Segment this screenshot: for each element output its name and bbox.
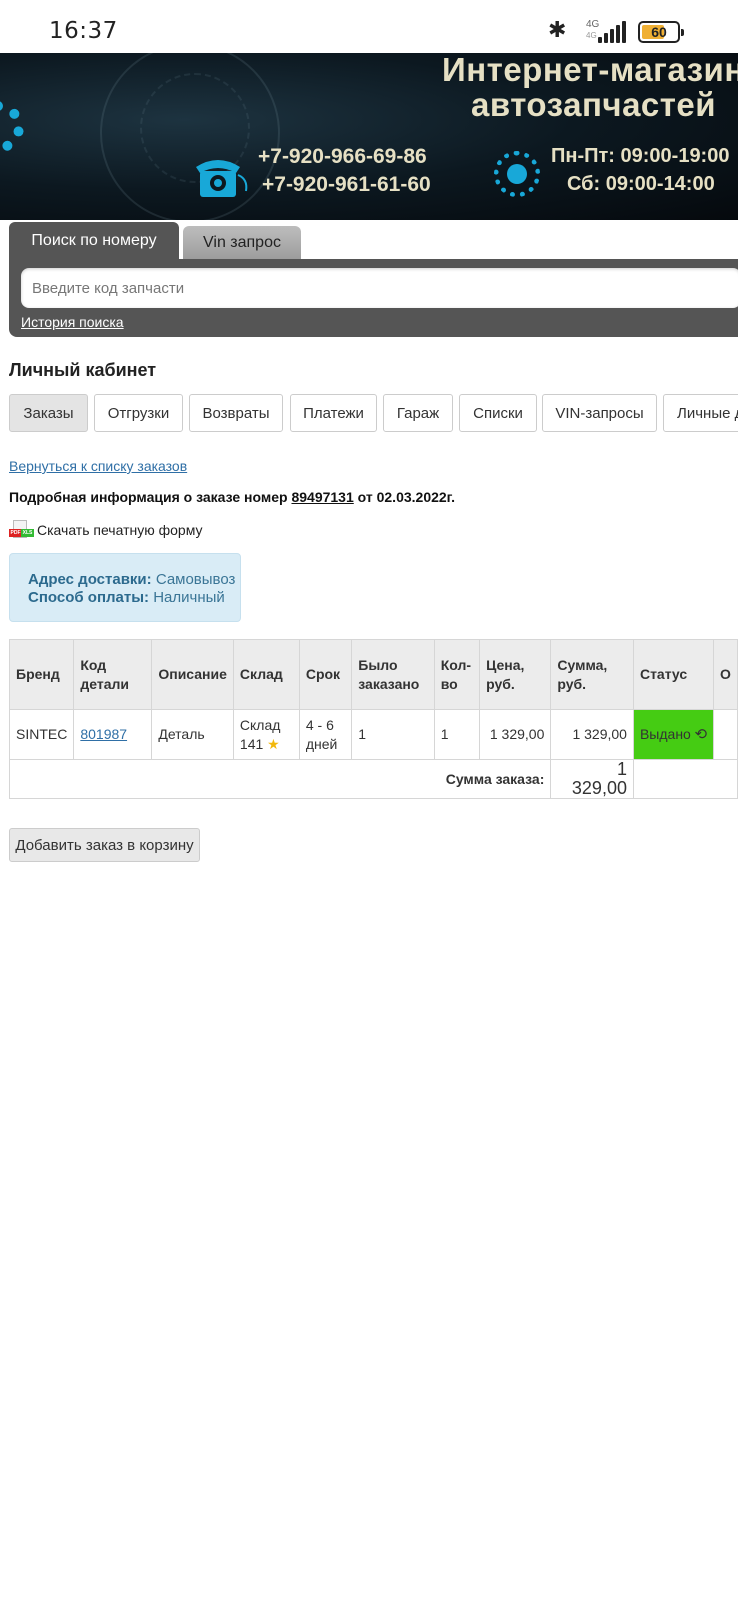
col-extra: О <box>713 639 738 710</box>
tab-search-by-number[interactable]: Поиск по номеру <box>9 222 179 260</box>
col-brand: Бренд <box>8 639 75 710</box>
col-description: Описание <box>151 639 234 710</box>
tab-vin-request[interactable]: Vin запрос <box>183 226 301 260</box>
tab-lists[interactable]: Списки <box>459 394 537 432</box>
part-code-input[interactable] <box>21 268 738 308</box>
cell-extra <box>713 709 738 760</box>
payment-value: Наличный <box>153 589 225 606</box>
tab-garage[interactable]: Гараж <box>383 394 453 432</box>
cell-sum: 1 329,00 <box>550 709 634 760</box>
col-part-code: Код детали <box>73 639 153 710</box>
delivery-info-box: Адрес доставки: Самовывоз Способ оплаты:… <box>9 553 241 622</box>
status-bar: 16:37 ✱ 4G 4G 60 <box>0 0 738 53</box>
tab-shipments[interactable]: Отгрузки <box>94 394 183 432</box>
total-value: 1 329,00 <box>550 759 634 799</box>
banner-phone-1[interactable]: +7-920-966-69-86 <box>258 145 427 169</box>
col-ordered: Было заказано <box>351 639 435 710</box>
tab-orders[interactable]: Заказы <box>9 394 88 432</box>
cell-price: 1 329,00 <box>479 709 552 760</box>
order-number-link[interactable]: 89497131 <box>291 489 353 505</box>
payment-label: Способ оплаты: <box>28 589 150 606</box>
star-icon: ★ <box>267 735 280 752</box>
signal-icon <box>598 21 628 43</box>
order-info: Подробная информация о заказе номер 8949… <box>9 489 455 505</box>
col-status: Статус <box>632 639 715 710</box>
banner-hours-weekdays: Пн-Пт: 09:00-19:00 <box>551 145 730 167</box>
tab-personal-data[interactable]: Личные д <box>663 394 738 432</box>
pdf-icon: PDF XLS <box>9 520 34 540</box>
tab-vin-requests[interactable]: VIN-запросы <box>542 394 657 432</box>
shop-banner: Интернет-магазин автозапчастей +7-920-96… <box>0 53 738 220</box>
cell-part-code: 801987 <box>73 709 153 760</box>
search-history-link[interactable]: История поиска <box>21 314 124 330</box>
col-qty: Кол-во <box>433 639 481 710</box>
download-print-form[interactable]: PDF XLS Скачать печатную форму <box>9 520 202 540</box>
total-label: Сумма заказа: <box>8 759 552 799</box>
battery-level: 60 <box>651 24 667 40</box>
download-print-form-label[interactable]: Скачать печатную форму <box>37 522 202 538</box>
part-code-link[interactable]: 801987 <box>80 726 127 742</box>
cell-warehouse: Склад 141 ★ <box>232 709 300 760</box>
total-row: Сумма заказа: 1 329,00 <box>8 759 738 799</box>
banner-hours-saturday: Сб: 09:00-14:00 <box>567 173 715 195</box>
delivery-value: Самовывоз <box>155 571 236 588</box>
bluetooth-icon: ✱ <box>548 17 567 42</box>
gear-icon <box>0 101 24 153</box>
banner-phone-2[interactable]: +7-920-961-61-60 <box>262 173 431 197</box>
order-items-table: Бренд Код детали Описание Склад Срок Был… <box>8 639 738 799</box>
col-warehouse: Склад <box>232 639 300 710</box>
back-to-orders-link[interactable]: Вернуться к списку заказов <box>9 458 187 474</box>
add-order-to-cart-button[interactable]: Добавить заказ в корзину <box>9 828 200 862</box>
banner-title-line2: автозапчастей <box>471 86 717 123</box>
tab-returns[interactable]: Возвраты <box>189 394 283 432</box>
cell-ordered: 1 <box>351 709 435 760</box>
cell-brand: SINTEC <box>8 709 75 760</box>
history-icon[interactable]: ⟲ <box>694 725 707 744</box>
cell-term: 4 - 6 дней <box>298 709 353 760</box>
cell-description: Деталь <box>151 709 234 760</box>
battery-icon: 60 <box>638 21 684 43</box>
table-header-row: Бренд Код детали Описание Склад Срок Был… <box>8 639 738 710</box>
clock-icon <box>494 151 540 197</box>
table-row: SINTEC 801987 Деталь Склад 141 ★ 4 - 6 д… <box>8 709 738 760</box>
page-title: Личный кабинет <box>9 360 157 380</box>
col-term: Срок <box>298 639 353 710</box>
tab-payments[interactable]: Платежи <box>290 394 377 432</box>
status-time: 16:37 <box>49 18 118 44</box>
banner-title-line1: Интернет-магазин <box>442 53 738 88</box>
col-price: Цена, руб. <box>479 639 552 710</box>
search-panel: История поиска <box>9 259 738 337</box>
telephone-icon <box>196 160 248 197</box>
delivery-label: Адрес доставки: <box>28 571 152 588</box>
col-sum: Сумма, руб. <box>550 639 634 710</box>
cell-qty: 1 <box>433 709 481 760</box>
status-badge: Выдано ⟲ <box>632 709 715 760</box>
